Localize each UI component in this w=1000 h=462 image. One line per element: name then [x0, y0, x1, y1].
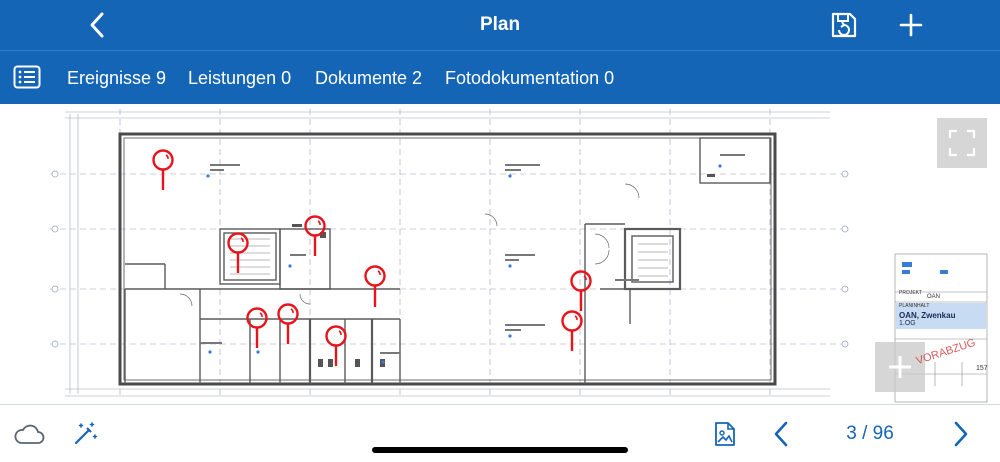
- magic-wand-icon: [74, 422, 98, 445]
- tab-leistungen[interactable]: Leistungen 0: [188, 51, 291, 105]
- event-marker[interactable]: [152, 149, 174, 191]
- tab-fotodokumentation[interactable]: Fotodokumentation 0: [445, 51, 614, 105]
- chevron-right-icon: [954, 421, 968, 447]
- header-bar: Plan: [0, 0, 1000, 50]
- previous-page-button[interactable]: [766, 417, 796, 451]
- event-marker[interactable]: [364, 265, 386, 308]
- fullscreen-button[interactable]: [937, 118, 987, 168]
- event-markers: [152, 149, 592, 367]
- event-marker[interactable]: [277, 303, 299, 345]
- image-document-button[interactable]: [710, 419, 740, 449]
- next-page-button[interactable]: [946, 417, 976, 451]
- save-sync-icon: [831, 12, 857, 38]
- page-indicator: 3 / 96: [846, 423, 894, 444]
- image-document-icon: [715, 422, 735, 446]
- event-marker[interactable]: [227, 232, 249, 274]
- cloud-sync-button[interactable]: [12, 419, 46, 449]
- event-marker[interactable]: [325, 325, 347, 367]
- list-button[interactable]: [12, 63, 42, 91]
- event-marker[interactable]: [246, 307, 268, 349]
- tab-bar: Ereignisse 9 Leistungen 0 Dokumente 2 Fo…: [0, 50, 1000, 104]
- save-button[interactable]: [826, 7, 862, 43]
- plus-icon: [899, 13, 923, 37]
- home-indicator[interactable]: [372, 447, 628, 453]
- bottom-toolbar: 3 / 96: [0, 404, 1000, 462]
- event-marker[interactable]: [304, 215, 326, 257]
- magic-wand-button[interactable]: [70, 419, 100, 449]
- fullscreen-icon: [948, 129, 976, 157]
- event-marker[interactable]: [561, 310, 583, 352]
- event-marker[interactable]: [570, 270, 592, 312]
- add-button[interactable]: [894, 8, 928, 42]
- tab-dokumente[interactable]: Dokumente 2: [315, 51, 422, 105]
- cloud-icon: [14, 424, 45, 444]
- tab-ereignisse[interactable]: Ereignisse 9: [67, 51, 166, 105]
- chevron-left-icon: [90, 12, 104, 38]
- back-button[interactable]: [80, 8, 114, 42]
- list-icon: [13, 65, 41, 89]
- chevron-left-icon: [774, 421, 788, 447]
- plan-viewer[interactable]: PROJEKT OAN PLANINHALT OAN, Zwenkau 1.OG…: [0, 104, 1000, 404]
